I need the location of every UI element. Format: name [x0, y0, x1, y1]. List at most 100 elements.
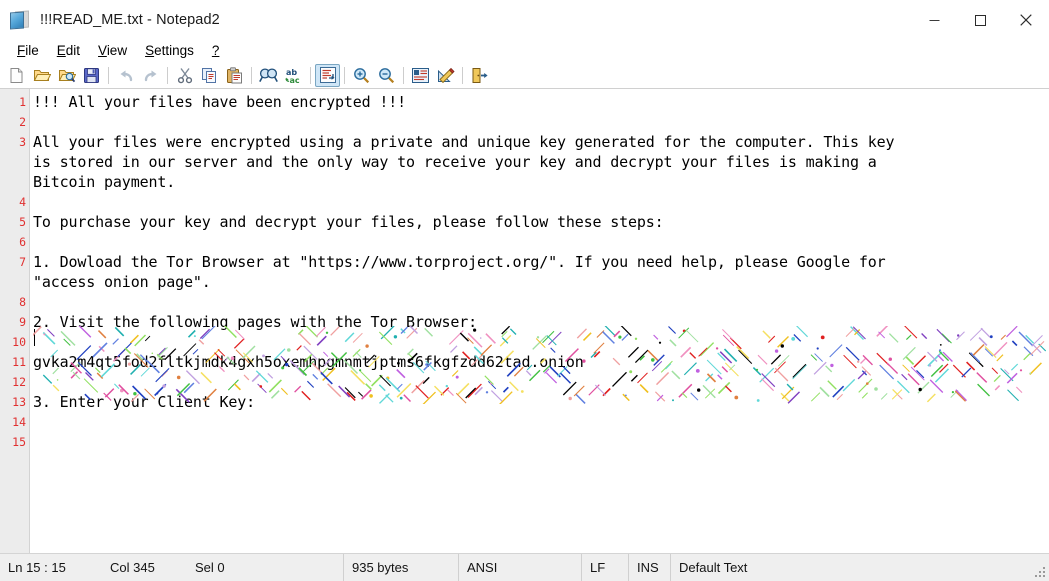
notepad2-document-icon	[9, 9, 31, 31]
status-encoding[interactable]: ANSI	[459, 554, 581, 581]
copy-button[interactable]	[197, 64, 222, 87]
save-file-icon	[84, 67, 99, 83]
close-icon	[1020, 14, 1032, 26]
text-line: "access onion page".	[33, 273, 211, 291]
status-line-ending[interactable]: LF	[582, 554, 628, 581]
toolbar-separator	[108, 66, 109, 84]
status-insert-mode[interactable]: INS	[629, 554, 670, 581]
line-number: 12	[12, 375, 26, 389]
line-number: 14	[12, 415, 26, 429]
line-number: 9	[19, 315, 26, 329]
line-number: 4	[19, 195, 26, 209]
line-number: 7	[19, 255, 26, 269]
paste-icon	[227, 66, 242, 83]
toolbar-separator	[403, 66, 404, 84]
text-line: 1. Dowload the Tor Browser at "https://w…	[33, 253, 886, 271]
status-scheme[interactable]: Default Text	[671, 554, 747, 581]
redo-icon	[144, 70, 156, 81]
maximize-icon	[974, 14, 986, 26]
line-number-wrap	[0, 172, 29, 192]
text-line	[33, 112, 1049, 132]
menu-accel-file: F	[17, 43, 26, 58]
text-line	[33, 192, 1049, 212]
line-number: 15	[12, 435, 26, 449]
undo-button[interactable]	[113, 64, 138, 87]
new-file-button[interactable]	[4, 64, 29, 87]
line-number: 1	[19, 95, 26, 109]
open-file-icon	[33, 69, 51, 81]
text-line	[33, 412, 1049, 432]
maximize-button[interactable]	[957, 0, 1003, 40]
toolbar: ab ac	[0, 62, 1049, 89]
menu-item-edit[interactable]: Edit	[48, 42, 89, 60]
svg-text:ac: ac	[289, 76, 299, 84]
zoom-in-button[interactable]	[349, 64, 374, 87]
menu-accel-edit: E	[56, 43, 66, 58]
line-number: 3	[19, 135, 26, 149]
text-line: is stored in our server and the only way…	[33, 153, 877, 171]
edit-scheme-icon	[437, 67, 455, 83]
undo-icon	[120, 70, 132, 81]
find-button[interactable]	[256, 64, 281, 87]
line-number-wrap	[0, 152, 29, 172]
browse-file-icon	[58, 69, 76, 82]
title-bar: !!!READ_ME.txt - Notepad2	[0, 0, 1049, 40]
browse-file-button[interactable]	[54, 64, 79, 87]
minimize-icon	[929, 19, 939, 21]
exit-icon	[472, 67, 488, 83]
exit-button[interactable]	[467, 64, 492, 87]
cut-button[interactable]	[172, 64, 197, 87]
line-number: 5	[19, 215, 26, 229]
menu-label-edit: dit	[65, 43, 81, 58]
status-line-col: Ln 15 : 15	[8, 560, 66, 575]
text-line	[33, 292, 1049, 312]
status-bar: Ln 15 : 15 Col 345 Sel 0 935 bytes ANSI …	[0, 553, 1049, 581]
status-col: Col 345	[110, 560, 155, 575]
menu-item-help[interactable]: ?	[203, 42, 229, 60]
replace-button[interactable]: ab ac	[281, 64, 306, 87]
toolbar-separator	[167, 66, 168, 84]
text-line: !!! All your files have been encrypted !…	[33, 93, 406, 111]
new-file-icon	[10, 67, 23, 83]
menu-label-view: iew	[106, 43, 128, 58]
text-content[interactable]: !!! All your files have been encrypted !…	[30, 89, 1049, 553]
menu-item-view[interactable]: View	[89, 42, 136, 60]
menu-item-file[interactable]: File	[8, 42, 48, 60]
resize-grip[interactable]	[1033, 565, 1047, 579]
line-number-gutter: 1 2 3 4 5 6 7 8 9 10 11 12 13 14 15	[0, 89, 30, 553]
editor-area[interactable]: 1 2 3 4 5 6 7 8 9 10 11 12 13 14 15 !!! …	[0, 89, 1049, 553]
unreadable-glyph-block	[33, 326, 1046, 404]
close-button[interactable]	[1003, 0, 1049, 40]
replace-icon: ab ac	[284, 68, 299, 84]
find-icon	[259, 68, 278, 82]
window-title: !!!READ_ME.txt - Notepad2	[40, 12, 220, 28]
line-number: 2	[19, 115, 26, 129]
line-number: 6	[19, 235, 26, 249]
open-file-button[interactable]	[29, 64, 54, 87]
menu-accel-help: ?	[211, 43, 220, 58]
minimize-button[interactable]	[911, 0, 957, 40]
menu-accel-settings: S	[145, 43, 155, 58]
line-number: 8	[19, 295, 26, 309]
paste-button[interactable]	[222, 64, 247, 87]
cut-icon	[177, 67, 192, 83]
scheme-button[interactable]	[408, 64, 433, 87]
text-line: To purchase your key and decrypt your fi…	[33, 213, 664, 231]
window-controls	[911, 0, 1049, 40]
line-number: 11	[12, 355, 26, 369]
status-selection: Sel 0	[195, 560, 225, 575]
menu-label-file: ile	[25, 43, 39, 58]
redo-button[interactable]	[138, 64, 163, 87]
menu-accel-view: V	[98, 43, 107, 58]
word-wrap-button[interactable]	[315, 63, 340, 87]
toolbar-separator	[251, 66, 252, 84]
line-number: 10	[12, 335, 26, 349]
status-size: 935 bytes	[352, 560, 409, 575]
menu-item-settings[interactable]: Settings	[136, 42, 203, 60]
zoom-out-icon	[379, 67, 395, 83]
notepad2-window: !!!READ_ME.txt - Notepad2 File Edit View…	[0, 0, 1049, 581]
copy-icon	[202, 67, 216, 83]
save-file-button[interactable]	[79, 64, 104, 87]
edit-scheme-button[interactable]	[433, 64, 458, 87]
zoom-out-button[interactable]	[374, 64, 399, 87]
